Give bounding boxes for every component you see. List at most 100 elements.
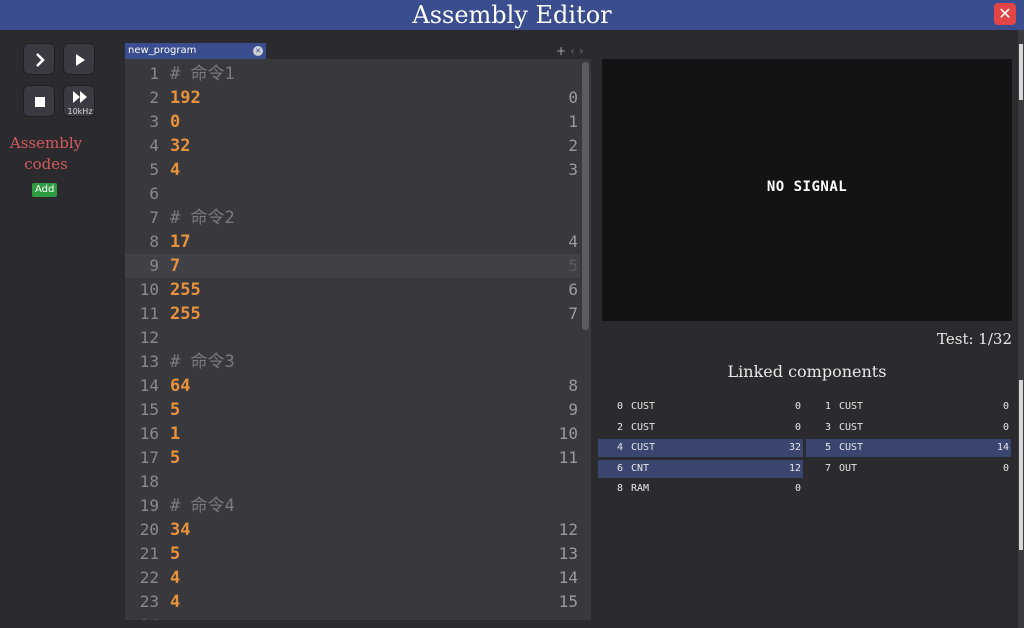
line-number: 22 <box>139 568 159 587</box>
code-line[interactable]: 30 1 <box>125 110 580 134</box>
line-number: 15 <box>139 400 159 419</box>
code-address: 1 <box>568 112 578 131</box>
code-value: 192 <box>170 88 201 108</box>
chevron-right-icon[interactable]: › <box>579 44 584 58</box>
linked-component-row[interactable]: 8 RAM 0 <box>598 480 803 498</box>
code-line[interactable]: 15 5 9 <box>125 398 580 422</box>
code-address: 10 <box>558 424 578 443</box>
code-value: 7 <box>170 256 181 276</box>
code-comment: # 命令4 <box>170 496 235 516</box>
add-button[interactable]: Add <box>32 183 58 197</box>
code-line[interactable]: 2 192 0 <box>125 86 580 110</box>
code-line[interactable]: 6 <box>125 182 580 206</box>
code-address: 4 <box>568 232 578 251</box>
linked-component-row[interactable]: 0 CUST 0 <box>598 398 803 416</box>
step-button[interactable] <box>23 43 55 75</box>
code-comment: # 命令1 <box>170 64 235 84</box>
linked-component-idx: 5 <box>825 442 832 453</box>
linked-component-row[interactable]: 1 CUST 0 <box>806 398 1011 416</box>
outer-scrollbar-thumb-lower[interactable] <box>1019 380 1023 550</box>
code-line[interactable]: 17 5 11 <box>125 446 580 470</box>
code-line[interactable]: 7 # 命令2 <box>125 206 580 230</box>
code-value: 32 <box>170 136 191 156</box>
code-line[interactable]: 11 255 7 <box>125 302 580 326</box>
line-number: 5 <box>149 160 159 179</box>
code-line[interactable]: 19 # 命令4 <box>125 494 580 518</box>
linked-component-value: 0 <box>794 483 801 494</box>
code-value: 4 <box>170 592 181 612</box>
linked-component-row[interactable]: 3 CUST 0 <box>806 419 1011 437</box>
code-address: 14 <box>558 568 578 587</box>
linked-component-idx: 7 <box>825 462 832 474</box>
code-line[interactable]: 4 32 2 <box>125 134 580 158</box>
play-icon <box>76 54 85 66</box>
speed-label: 10kHz <box>67 107 93 116</box>
code-line[interactable]: 8 17 4 <box>125 230 580 254</box>
code-value: 17 <box>170 232 191 252</box>
line-number: 16 <box>139 424 159 443</box>
tab-label: new_program <box>128 45 197 56</box>
code-address: 11 <box>558 448 578 467</box>
stop-button[interactable] <box>23 85 55 117</box>
code-line[interactable]: 22 4 14 <box>125 566 580 590</box>
code-comment: # 命令3 <box>170 352 235 372</box>
tab-close-icon[interactable]: ✕ <box>253 46 263 56</box>
code-line[interactable]: 18 <box>125 470 580 494</box>
linked-component-type: CUST <box>631 421 656 433</box>
linked-component-value: 14 <box>996 442 1009 453</box>
linked-component-row[interactable]: 7 OUT 0 <box>806 460 1011 478</box>
code-line[interactable]: 97 5 <box>125 254 580 278</box>
linked-component-row[interactable]: 6 CNT 12 <box>598 459 803 478</box>
code-line[interactable]: 24 <box>125 614 580 620</box>
code-address: 2 <box>568 136 578 155</box>
code-line[interactable]: 1 # 命令1 <box>125 62 580 86</box>
linked-component-type: CUST <box>839 401 864 412</box>
linked-component-row[interactable]: 4 CUST 32 <box>598 439 803 457</box>
linked-component-type: RAM <box>631 483 650 494</box>
line-number: 18 <box>139 472 159 491</box>
code-line[interactable]: 20 34 12 <box>125 518 580 542</box>
fast-forward-button[interactable]: 10kHz <box>63 85 95 117</box>
play-button[interactable] <box>63 43 95 75</box>
linked-component-idx: 1 <box>825 401 832 412</box>
code-address: 6 <box>568 280 578 299</box>
code-address: 8 <box>568 376 578 395</box>
chevron-right-icon <box>36 53 45 67</box>
code-line[interactable]: 23 4 15 <box>125 590 580 614</box>
close-icon: ✕ <box>998 4 1012 23</box>
code-line[interactable]: 12 <box>125 326 580 350</box>
code-address: 5 <box>568 256 578 275</box>
linked-component-row[interactable]: 2 CUST 0 <box>598 419 803 437</box>
linked-component-idx: 3 <box>825 421 832 433</box>
assembly-codes-title: Assembly codes <box>6 133 86 175</box>
linked-component-type: CUST <box>839 421 864 433</box>
close-button[interactable]: ✕ <box>994 3 1016 25</box>
chevron-left-icon[interactable]: ‹ <box>570 44 575 58</box>
code-line[interactable]: 16 1 10 <box>125 422 580 446</box>
linked-component-type: CUST <box>839 442 864 453</box>
editor-scrollbar-thumb[interactable] <box>582 62 589 330</box>
line-number: 9 <box>149 256 159 275</box>
code-line[interactable]: 21 5 13 <box>125 542 580 566</box>
new-tab-button[interactable]: + <box>556 44 566 58</box>
linked-component-idx: 8 <box>617 483 624 494</box>
linked-component-row[interactable]: 5 CUST 14 <box>806 439 1011 457</box>
window-title: Assembly Editor <box>412 1 612 29</box>
outer-scrollbar-thumb[interactable] <box>1019 44 1023 100</box>
code-line[interactable]: 54 3 <box>125 158 580 182</box>
line-number: 7 <box>149 208 159 227</box>
code-line[interactable]: 10 255 6 <box>125 278 580 302</box>
outer-scrollbar[interactable] <box>1018 30 1024 628</box>
linked-component-type: CNT <box>631 462 650 474</box>
line-number: 21 <box>139 544 159 563</box>
code-line[interactable]: 14 64 8 <box>125 374 580 398</box>
line-number: 12 <box>139 328 159 347</box>
tab-controls: + ‹ › <box>556 44 588 58</box>
code-line[interactable]: 13 # 命令3 <box>125 350 580 374</box>
code-value: 255 <box>170 304 201 324</box>
linked-components-title: Linked components <box>727 362 887 381</box>
code-editor[interactable]: 1 # 命令1 2 192 0 3 0 1 4 32 2 5 4 3 6 7 # 命令2 8 17 4 9 7 5 10 255… <box>125 59 591 620</box>
code-comment: # 命令2 <box>170 208 235 228</box>
tab-new-program[interactable]: new_program ✕ <box>125 43 266 59</box>
linked-component-type: OUT <box>839 462 858 474</box>
